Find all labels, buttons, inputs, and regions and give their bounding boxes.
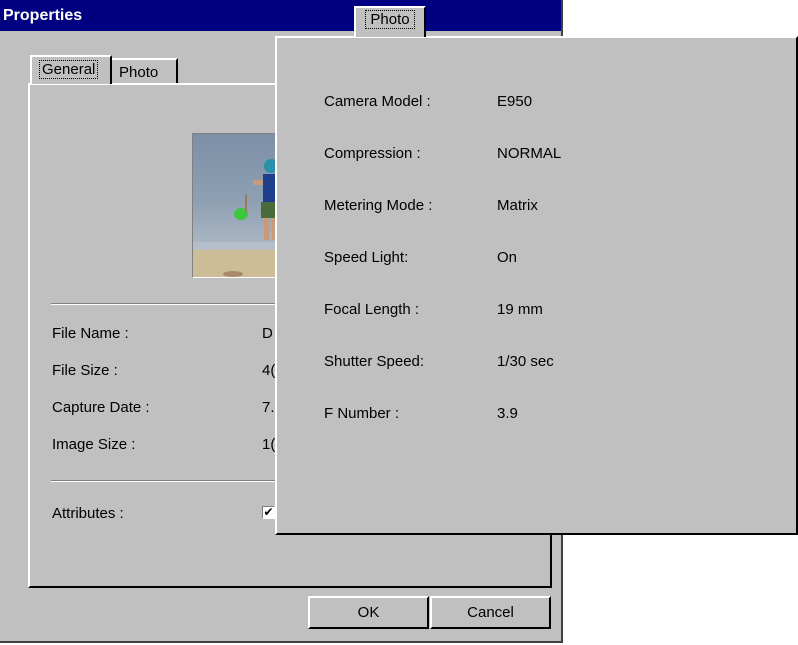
image-size-label: Image Size : [52, 436, 136, 453]
f-number-label: F Number : [324, 405, 400, 422]
file-name-value: D [262, 325, 273, 342]
camera-model-value: E950 [497, 93, 533, 110]
tab-photo-label: Photo [119, 64, 159, 81]
focal-length-label: Focal Length : [324, 301, 420, 318]
metering-mode-label: Metering Mode : [324, 197, 433, 214]
file-size-value: 4( [262, 362, 276, 379]
compression-value: NORMAL [497, 145, 562, 162]
ok-button[interactable]: OK [308, 596, 429, 629]
f-number-value: 3.9 [497, 405, 518, 422]
dialog-title[interactable]: Properties [0, 0, 561, 31]
metering-mode-value: Matrix [497, 197, 538, 214]
cancel-button[interactable]: Cancel [430, 596, 551, 629]
capture-date-label: Capture Date : [52, 399, 150, 416]
attributes-label: Attributes : [52, 505, 124, 522]
image-size-value: 1( [262, 436, 276, 453]
tab-general[interactable]: General [30, 55, 112, 84]
file-name-label: File Name : [52, 325, 129, 342]
photo-popup-tab[interactable]: Photo [354, 6, 426, 37]
tab-photo[interactable]: Photo [110, 58, 178, 84]
capture-date-value: 7. [262, 399, 275, 416]
speed-light-label: Speed Light: [324, 249, 409, 266]
photo-info-popup [275, 36, 798, 535]
file-size-label: File Size : [52, 362, 118, 379]
tab-general-label: General [39, 60, 99, 79]
shutter-speed-label: Shutter Speed: [324, 353, 425, 370]
photo-popup-tab-label: Photo [365, 10, 415, 29]
compression-label: Compression : [324, 145, 421, 162]
shutter-speed-value: 1/30 sec [497, 353, 554, 370]
speed-light-value: On [497, 249, 518, 266]
camera-model-label: Camera Model : [324, 93, 431, 110]
attributes-checkbox[interactable]: ✔ [262, 506, 275, 519]
focal-length-value: 19 mm [497, 301, 543, 318]
